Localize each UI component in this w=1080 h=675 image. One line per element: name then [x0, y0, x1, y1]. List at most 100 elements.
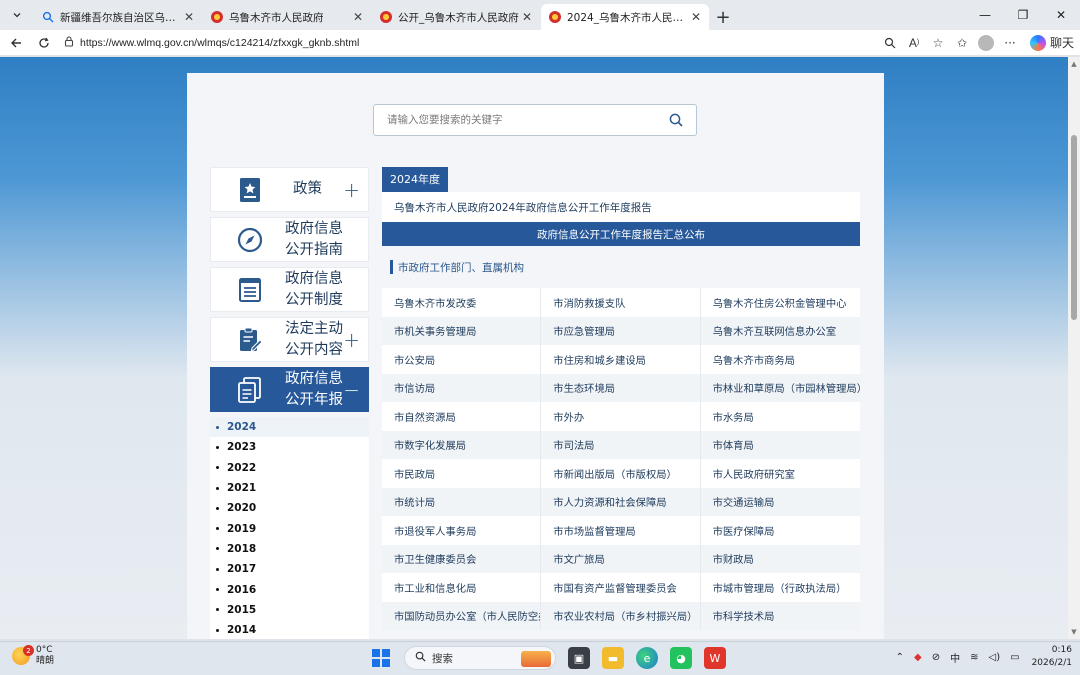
- chevron-up-icon[interactable]: ⌃: [896, 652, 904, 663]
- clock[interactable]: 0:16 2026/2/1: [1032, 644, 1072, 670]
- department-link[interactable]: 市外办: [541, 402, 701, 431]
- more-menu-icon[interactable]: ···: [998, 31, 1022, 55]
- year-link[interactable]: 2018: [210, 539, 369, 559]
- close-tab-icon[interactable]: ✕: [520, 10, 534, 24]
- back-button[interactable]: [4, 31, 28, 55]
- year-link[interactable]: 2020: [210, 498, 369, 518]
- close-tab-icon[interactable]: ✕: [351, 10, 365, 24]
- department-link[interactable]: 市体育局: [701, 431, 860, 460]
- year-link[interactable]: 2016: [210, 579, 369, 599]
- department-link[interactable]: 市司法局: [541, 430, 701, 459]
- department-link[interactable]: 市林业和草原局（市园林管理局）: [701, 374, 860, 403]
- wechat-icon[interactable]: ◕: [670, 647, 692, 669]
- nav-item[interactable]: 政府信息公开指南: [210, 217, 369, 262]
- department-link[interactable]: 市工业和信息化局: [382, 573, 542, 602]
- department-link[interactable]: 乌鲁木齐互联网信息办公室: [701, 317, 860, 346]
- department-link[interactable]: 市退役军人事务局: [382, 516, 542, 545]
- search-input[interactable]: [387, 114, 656, 126]
- profile-avatar[interactable]: [978, 34, 994, 51]
- department-link[interactable]: 市新闻出版局（市版权局）: [541, 459, 701, 488]
- department-link[interactable]: 市人力资源和社会保障局: [541, 487, 701, 516]
- department-link[interactable]: 市国防动员办公室（市人民防空办公室）: [382, 601, 542, 630]
- wps-icon[interactable]: W: [704, 647, 726, 669]
- year-link[interactable]: 2015: [210, 600, 369, 620]
- minimize-button[interactable]: —: [966, 0, 1004, 30]
- maximize-button[interactable]: ❐: [1004, 0, 1042, 30]
- new-tab-button[interactable]: +: [710, 4, 736, 30]
- department-link[interactable]: 市自然资源局: [382, 402, 542, 431]
- department-link[interactable]: 市城市管理局（行政执法局）: [701, 573, 860, 602]
- nav-item[interactable]: 政策 +: [210, 167, 369, 212]
- expand-icon[interactable]: +: [343, 328, 360, 352]
- zoom-icon[interactable]: [878, 31, 902, 55]
- close-window-button[interactable]: ✕: [1042, 0, 1080, 30]
- wifi-icon[interactable]: ≋: [970, 652, 978, 663]
- department-link[interactable]: 市应急管理局: [541, 316, 701, 345]
- department-link[interactable]: 市民政局: [382, 459, 542, 488]
- department-link[interactable]: 市生态环境局: [541, 373, 701, 402]
- year-link[interactable]: 2019: [210, 518, 369, 538]
- nav-item[interactable]: 政府信息公开制度: [210, 267, 369, 312]
- page-scrollbar[interactable]: ▲ ▼: [1068, 57, 1080, 639]
- browser-tab[interactable]: 乌鲁木齐市人民政府 ✕: [203, 4, 371, 30]
- copilot-chat-button[interactable]: 聊天: [1030, 31, 1074, 55]
- browser-tab[interactable]: 新疆维吾尔族自治区乌鲁木齐市 - 搜索✕: [34, 4, 202, 30]
- department-link[interactable]: 市信访局: [382, 373, 542, 402]
- ime-indicator[interactable]: 中: [950, 650, 960, 665]
- tab-actions-chevron-icon[interactable]: [4, 2, 30, 28]
- year-link[interactable]: 2022: [210, 458, 369, 478]
- department-link[interactable]: 市消防救援支队: [541, 288, 701, 317]
- favorites-icon[interactable]: ✩: [950, 31, 974, 55]
- department-link[interactable]: 市数字化发展局: [382, 430, 542, 459]
- department-link[interactable]: 市农业农村局（市乡村振兴局）: [541, 601, 701, 630]
- scroll-down-arrow[interactable]: ▼: [1070, 628, 1078, 636]
- department-link[interactable]: 乌鲁木齐市发改委: [382, 288, 542, 317]
- department-link[interactable]: 市文广旅局: [541, 544, 701, 573]
- taskbar-search[interactable]: 搜索: [404, 646, 556, 670]
- department-link[interactable]: 市机关事务管理局: [382, 316, 542, 345]
- close-tab-icon[interactable]: ✕: [689, 10, 703, 24]
- volume-icon[interactable]: ◁): [989, 652, 1001, 663]
- department-link[interactable]: 市国有资产监督管理委员会: [541, 573, 701, 602]
- browser-tab[interactable]: 公开_乌鲁木齐市人民政府 ✕: [372, 4, 540, 30]
- department-link[interactable]: 市医疗保障局: [701, 516, 860, 545]
- year-link[interactable]: 2024: [210, 417, 369, 438]
- annual-report-link[interactable]: 乌鲁木齐市人民政府2024年政府信息公开工作年度报告: [382, 192, 860, 222]
- weather-widget[interactable]: 2 0°C 晴朗: [12, 645, 54, 667]
- department-link[interactable]: 市统计局: [382, 487, 542, 516]
- department-link[interactable]: 乌鲁木齐市商务局: [701, 345, 860, 374]
- department-link[interactable]: 市水务局: [701, 402, 860, 431]
- battery-icon[interactable]: ▭: [1010, 652, 1019, 663]
- network-off-icon[interactable]: ⊘: [932, 652, 940, 663]
- scrollbar-thumb[interactable]: [1071, 135, 1077, 320]
- start-button[interactable]: [372, 649, 390, 667]
- department-link[interactable]: 市交通运输局: [701, 488, 860, 517]
- nav-item[interactable]: 政府信息公开年报 −: [210, 367, 369, 412]
- department-link[interactable]: 市市场监督管理局: [541, 516, 701, 545]
- year-link[interactable]: 2021: [210, 478, 369, 498]
- close-tab-icon[interactable]: ✕: [182, 10, 196, 24]
- edge-browser-icon[interactable]: e: [636, 647, 658, 669]
- refresh-button[interactable]: [32, 31, 56, 55]
- year-link[interactable]: 2014: [210, 620, 369, 639]
- scroll-up-arrow[interactable]: ▲: [1070, 60, 1078, 68]
- department-link[interactable]: 市财政局: [701, 545, 860, 574]
- department-link[interactable]: 市科学技术局: [701, 602, 860, 631]
- search-icon[interactable]: [656, 113, 696, 127]
- url-field[interactable]: https://www.wlmq.gov.cn/wlmqs/c124214/zf…: [64, 35, 878, 50]
- expand-icon[interactable]: +: [343, 178, 360, 202]
- favorite-star-icon[interactable]: ☆: [926, 31, 950, 55]
- department-link[interactable]: 市住房和城乡建设局: [541, 345, 701, 374]
- department-link[interactable]: 市公安局: [382, 345, 542, 374]
- department-link[interactable]: 市卫生健康委员会: [382, 544, 542, 573]
- task-view-icon[interactable]: ▣: [568, 647, 590, 669]
- antivirus-icon[interactable]: ◆: [914, 652, 922, 663]
- year-link[interactable]: 2023: [210, 437, 369, 457]
- department-link[interactable]: 市人民政府研究室: [701, 459, 860, 488]
- file-explorer-icon[interactable]: ▬: [602, 647, 624, 669]
- nav-item[interactable]: 法定主动公开内容 +: [210, 317, 369, 362]
- browser-tab[interactable]: 2024_乌鲁木齐市人民政府 ✕: [541, 4, 709, 30]
- read-aloud-icon[interactable]: A): [902, 31, 926, 55]
- collapse-icon[interactable]: −: [343, 378, 360, 402]
- department-link[interactable]: 乌鲁木齐住房公积金管理中心: [701, 288, 860, 317]
